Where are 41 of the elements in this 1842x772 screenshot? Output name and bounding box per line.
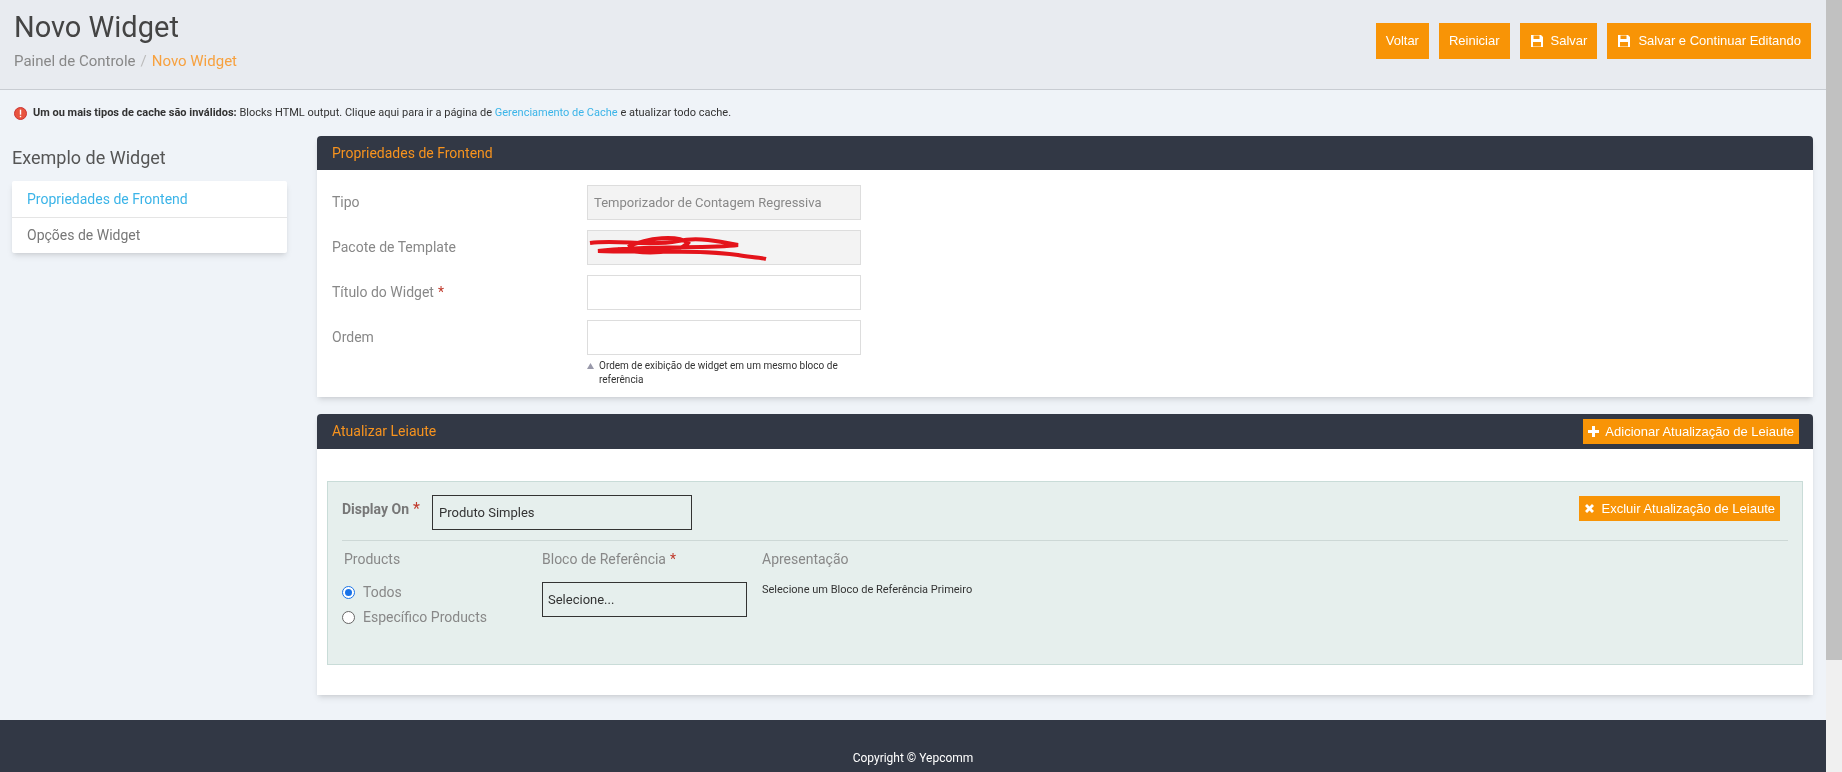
header-button[interactable]: Reiniciar xyxy=(1438,23,1510,59)
field-label: Título do Widget * xyxy=(332,284,444,300)
required-asterisk: * xyxy=(413,499,420,518)
block-select[interactable]: Selecione... xyxy=(542,582,747,617)
alert-message: Um ou mais tipos de cache são inválidos: Blocks HTML output. Clique aqui para ir a página de Gerenciamento de Cache e atualizar todo cache. xyxy=(33,104,732,121)
breadcrumb-separator: / xyxy=(140,51,147,72)
header-button[interactable]: Voltar xyxy=(1375,23,1429,59)
add-layout-update-button[interactable]: Adicionar Atualização de Leiaute xyxy=(1583,419,1799,444)
display-on-select[interactable]: Produto Simples xyxy=(432,495,692,530)
display-on-label: Display On xyxy=(342,501,409,517)
panel-title: Propriedades de Frontend xyxy=(332,143,493,163)
triangle-icon xyxy=(587,363,594,369)
field-label: Pacote de Template xyxy=(332,239,456,255)
panel-title: Atualizar Leiaute xyxy=(332,422,437,441)
remove-layout-update-button[interactable]: Excluir Atualização de Leiaute xyxy=(1578,496,1780,521)
text-field[interactable] xyxy=(587,320,861,355)
sidebar-item[interactable]: Propriedades de Frontend xyxy=(12,181,287,217)
header-button[interactable]: Salvar e Continuar Editando xyxy=(1607,23,1811,59)
close-icon xyxy=(1583,503,1595,514)
page-title: Novo Widget xyxy=(14,9,180,46)
field-label: Ordem xyxy=(332,329,374,345)
presentation-text: Selecione um Bloco de Referência Primeiro xyxy=(762,582,973,598)
field-label: Tipo xyxy=(332,194,360,210)
column-label: Apresentação xyxy=(762,550,850,569)
text-field[interactable] xyxy=(587,275,861,310)
sidebar-title: Exemplo de Widget xyxy=(12,146,167,170)
sidebar-item[interactable]: Opções de Widget xyxy=(12,217,287,253)
column-label: Products xyxy=(343,550,402,569)
cache-link[interactable]: Gerenciamento de Cache xyxy=(494,105,618,119)
header-button[interactable]: Salvar xyxy=(1519,23,1598,59)
required-asterisk: * xyxy=(670,551,676,567)
breadcrumb-link[interactable]: Painel de Controle xyxy=(14,50,136,73)
field-note: Ordem de exibição de widget em um mesmo bloco de referência xyxy=(599,359,839,387)
radio-button[interactable] xyxy=(342,611,355,624)
column-label: Bloco de Referência * xyxy=(542,550,677,569)
error-icon xyxy=(14,106,27,120)
copyright-text: Copyright © Yepcomm xyxy=(852,750,974,767)
radio-button[interactable] xyxy=(342,586,355,599)
plus-icon xyxy=(1588,426,1600,437)
radio-label[interactable]: Específico Products xyxy=(363,607,487,628)
radio-label[interactable]: Todos xyxy=(363,582,402,603)
